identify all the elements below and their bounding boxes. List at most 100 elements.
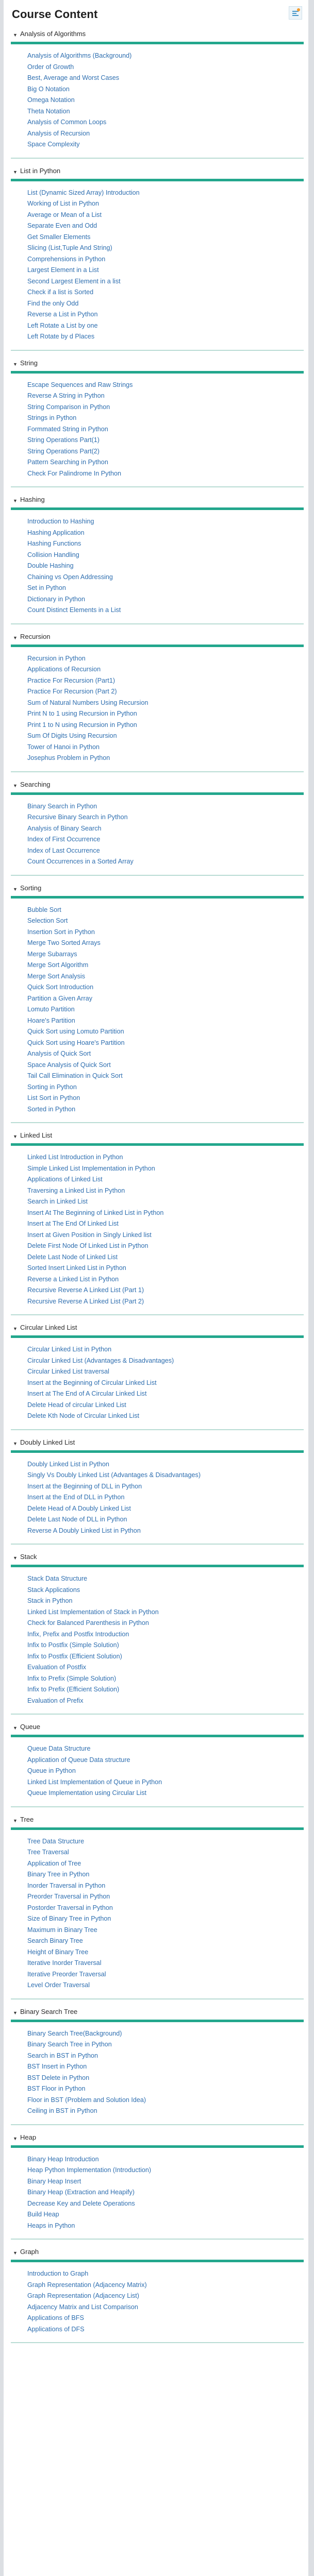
section-header[interactable]: ▼ Graph — [11, 2246, 304, 2259]
lesson-link[interactable]: Insert At The Beginning of Linked List i… — [27, 1208, 304, 1219]
lesson-link[interactable]: String Comparison in Python — [27, 402, 304, 413]
lesson-link[interactable]: Hashing Functions — [27, 538, 304, 550]
lesson-link[interactable]: Set in Python — [27, 583, 304, 594]
lesson-link[interactable]: Insert at Given Position in Singly Linke… — [27, 1230, 304, 1241]
lesson-link[interactable]: Queue Implementation using Circular List — [27, 1788, 304, 1799]
lesson-link[interactable]: Merge Subarrays — [27, 949, 304, 960]
lesson-link[interactable]: Pattern Searching in Python — [27, 457, 304, 468]
lesson-link[interactable]: Tail Call Elimination in Quick Sort — [27, 1071, 304, 1082]
lesson-link[interactable]: Circular Linked List (Advantages & Disad… — [27, 1355, 304, 1367]
lesson-link[interactable]: Introduction to Graph — [27, 2268, 304, 2280]
lesson-link[interactable]: Big O Notation — [27, 84, 304, 95]
lesson-link[interactable]: Circular Linked List in Python — [27, 1344, 304, 1355]
lesson-link[interactable]: Linked List Introduction in Python — [27, 1152, 304, 1163]
lesson-link[interactable]: Sum of Natural Numbers Using Recursion — [27, 698, 304, 709]
lesson-link[interactable]: Graph Representation (Adjacency List) — [27, 2291, 304, 2302]
lesson-link[interactable]: Stack in Python — [27, 1596, 304, 1607]
lesson-link[interactable]: Practice For Recursion (Part 2) — [27, 686, 304, 698]
lesson-link[interactable]: Working of List in Python — [27, 198, 304, 210]
section-header[interactable]: ▼ Binary Search Tree — [11, 2006, 304, 2019]
lesson-link[interactable]: Infix to Prefix (Simple Solution) — [27, 1673, 304, 1685]
lesson-link[interactable]: Binary Heap Introduction — [27, 2154, 304, 2165]
lesson-link[interactable]: BST Delete in Python — [27, 2073, 304, 2084]
lesson-link[interactable]: Hoare's Partition — [27, 1015, 304, 1027]
lesson-link[interactable]: Build Heap — [27, 2209, 304, 2221]
lesson-link[interactable]: Recursion in Python — [27, 653, 304, 665]
lesson-link[interactable]: List Sort in Python — [27, 1093, 304, 1104]
lesson-link[interactable]: Merge Sort Algorithm — [27, 960, 304, 971]
lesson-link[interactable]: Tower of Hanoi in Python — [27, 742, 304, 753]
lesson-link[interactable]: Sorting in Python — [27, 1082, 304, 1093]
lesson-link[interactable]: Binary Heap Insert — [27, 2176, 304, 2188]
lesson-link[interactable]: Count Occurrences in a Sorted Array — [27, 856, 304, 868]
lesson-link[interactable]: Delete First Node Of Linked List in Pyth… — [27, 1241, 304, 1252]
lesson-link[interactable]: Merge Two Sorted Arrays — [27, 938, 304, 949]
lesson-link[interactable]: Doubly Linked List in Python — [27, 1459, 304, 1470]
lesson-link[interactable]: Comprehensions in Python — [27, 254, 304, 265]
lesson-link[interactable]: Ceiling in BST in Python — [27, 2106, 304, 2117]
lesson-link[interactable]: Left Rotate a List by one — [27, 320, 304, 332]
lesson-link[interactable]: Quick Sort Introduction — [27, 982, 304, 993]
lesson-link[interactable]: Applications of BFS — [27, 2313, 304, 2324]
lesson-link[interactable]: String Operations Part(2) — [27, 446, 304, 457]
lesson-link[interactable]: Size of Binary Tree in Python — [27, 1913, 304, 1925]
section-header[interactable]: ▼ Circular Linked List — [11, 1321, 304, 1334]
lesson-link[interactable]: Reverse a List in Python — [27, 309, 304, 320]
lesson-link[interactable]: Strings in Python — [27, 413, 304, 424]
lesson-link[interactable]: Delete Head of circular Linked List — [27, 1400, 304, 1411]
lesson-link[interactable]: Partition a Given Array — [27, 993, 304, 1005]
lesson-link[interactable]: Selection Sort — [27, 916, 304, 927]
lesson-link[interactable]: Index of Last Occurrence — [27, 845, 304, 857]
lesson-link[interactable]: Slicing (List,Tuple And String) — [27, 243, 304, 254]
section-header[interactable]: ▼ Heap — [11, 2131, 304, 2144]
lesson-link[interactable]: Sorted in Python — [27, 1104, 304, 1115]
lesson-link[interactable]: Insert at The End Of Linked List — [27, 1218, 304, 1230]
lesson-link[interactable]: Merge Sort Analysis — [27, 971, 304, 982]
lesson-link[interactable]: Check For Palindrome In Python — [27, 468, 304, 480]
lesson-link[interactable]: Space Complexity — [27, 139, 304, 150]
lesson-link[interactable]: Insertion Sort in Python — [27, 927, 304, 938]
lesson-link[interactable]: Decrease Key and Delete Operations — [27, 2198, 304, 2210]
lesson-link[interactable]: Binary Search Tree in Python — [27, 2039, 304, 2050]
lesson-link[interactable]: Omega Notation — [27, 95, 304, 106]
lesson-link[interactable]: Heap Python Implementation (Introduction… — [27, 2165, 304, 2176]
lesson-link[interactable]: Tree Traversal — [27, 1847, 304, 1858]
lesson-link[interactable]: Quick Sort using Lomuto Partition — [27, 1026, 304, 1038]
lesson-link[interactable]: Search in Linked List — [27, 1196, 304, 1208]
lesson-link[interactable]: Sum Of Digits Using Recursion — [27, 731, 304, 742]
section-header[interactable]: ▼ Doubly Linked List — [11, 1436, 304, 1449]
lesson-link[interactable]: Applications of Linked List — [27, 1174, 304, 1185]
lesson-link[interactable]: Binary Heap (Extraction and Heapify) — [27, 2187, 304, 2198]
section-header[interactable]: ▼ Recursion — [11, 631, 304, 643]
section-header[interactable]: ▼ List in Python — [11, 165, 304, 178]
lesson-link[interactable]: Infix to Postfix (Efficient Solution) — [27, 1651, 304, 1663]
lesson-link[interactable]: Linked List Implementation of Stack in P… — [27, 1607, 304, 1618]
lesson-link[interactable]: Analysis of Algorithms (Background) — [27, 50, 304, 62]
section-header[interactable]: ▼ Queue — [11, 1721, 304, 1734]
lesson-link[interactable]: Space Analysis of Quick Sort — [27, 1060, 304, 1071]
section-header[interactable]: ▼ String — [11, 357, 304, 370]
lesson-link[interactable]: Insert at the Beginning of Circular Link… — [27, 1378, 304, 1389]
lesson-link[interactable]: Left Rotate by d Places — [27, 331, 304, 343]
lesson-link[interactable]: Dictionary in Python — [27, 594, 304, 605]
lesson-link[interactable]: Average or Mean of a List — [27, 210, 304, 221]
lesson-link[interactable]: Linked List Implementation of Queue in P… — [27, 1777, 304, 1788]
lesson-link[interactable]: Get Smaller Elements — [27, 232, 304, 243]
lesson-link[interactable]: Search in BST in Python — [27, 2050, 304, 2062]
lesson-link[interactable]: Level Order Traversal — [27, 1980, 304, 1991]
lesson-link[interactable]: Index of First Occurrence — [27, 834, 304, 845]
lesson-link[interactable]: Analysis of Recursion — [27, 128, 304, 140]
lesson-link[interactable]: Evaluation of Postfix — [27, 1662, 304, 1673]
lesson-link[interactable]: Introduction to Hashing — [27, 516, 304, 528]
lesson-link[interactable]: Application of Queue Data structure — [27, 1755, 304, 1766]
lesson-link[interactable]: Delete Kth Node of Circular Linked List — [27, 1411, 304, 1422]
lesson-link[interactable]: Iterative Preorder Traversal — [27, 1969, 304, 1980]
lesson-link[interactable]: String Operations Part(1) — [27, 435, 304, 446]
lesson-link[interactable]: Infix to Postfix (Simple Solution) — [27, 1640, 304, 1651]
section-header[interactable]: ▼ Tree — [11, 1814, 304, 1826]
lesson-link[interactable]: Recursive Binary Search in Python — [27, 812, 304, 823]
lesson-link[interactable]: Quick Sort using Hoare's Partition — [27, 1038, 304, 1049]
section-header[interactable]: ▼ Analysis of Algorithms — [11, 28, 304, 41]
lesson-link[interactable]: Tree Data Structure — [27, 1836, 304, 1848]
lesson-link[interactable]: Check if a list is Sorted — [27, 287, 304, 298]
